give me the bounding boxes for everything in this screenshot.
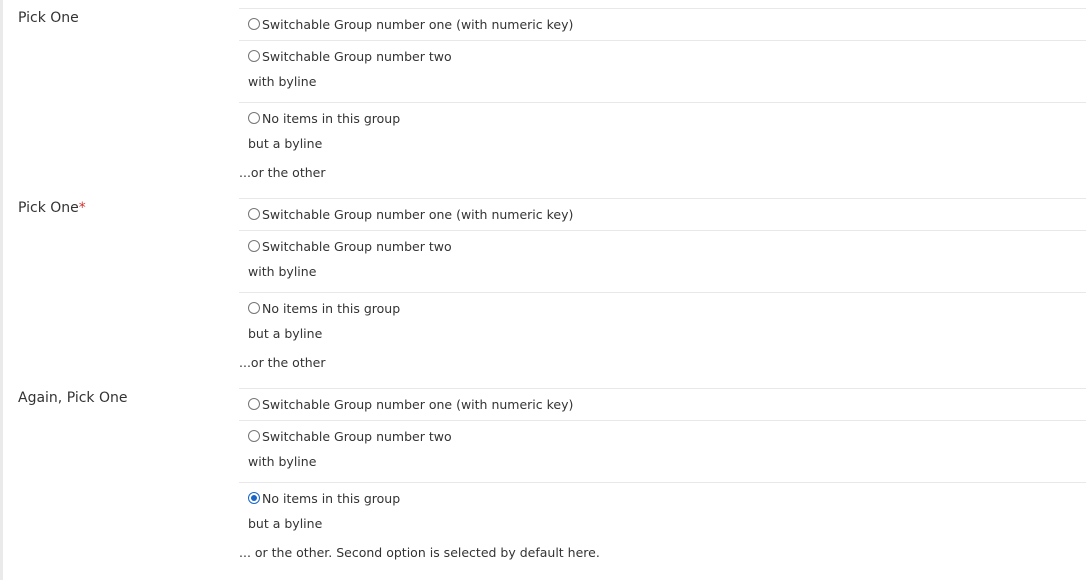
radio-option-label[interactable]: No items in this group (248, 109, 400, 127)
radio-option-label[interactable]: Switchable Group number two (248, 237, 452, 255)
option-byline: with byline (248, 264, 317, 279)
help-text: ...or the other (239, 355, 326, 370)
radio-option: Switchable Group number two with byline (239, 40, 1086, 102)
option-text: Switchable Group number two (262, 429, 452, 444)
radio-option: Switchable Group number one (with numeri… (239, 198, 1086, 230)
radio-option-label[interactable]: Switchable Group number two (248, 427, 452, 445)
radio-button[interactable] (248, 112, 260, 124)
option-byline: but a byline (248, 516, 323, 531)
radio-option-label[interactable]: Switchable Group number one (with numeri… (248, 205, 573, 223)
radio-option-label[interactable]: No items in this group (248, 299, 400, 317)
option-text: No items in this group (262, 111, 401, 126)
option-byline: with byline (248, 454, 317, 469)
option-text: Switchable Group number two (262, 49, 452, 64)
option-text: Switchable Group number two (262, 239, 452, 254)
field-label: Pick One* (18, 200, 86, 216)
radio-option: Switchable Group number one (with numeri… (239, 8, 1086, 40)
option-text: No items in this group (262, 301, 401, 316)
help-text: ...or the other (239, 165, 326, 180)
radio-button[interactable] (248, 302, 260, 314)
radio-button[interactable] (248, 208, 260, 220)
radio-button[interactable] (248, 398, 260, 410)
field-label: Again, Pick One (18, 390, 128, 406)
radio-button[interactable] (248, 50, 260, 62)
radio-option-label[interactable]: Switchable Group number two (248, 47, 452, 65)
left-border (0, 0, 3, 580)
radio-option: No items in this group but a byline (239, 292, 1086, 354)
radio-group: Switchable Group number one (with numeri… (239, 198, 1086, 370)
radio-group: Switchable Group number one (with numeri… (239, 388, 1086, 560)
option-text: No items in this group (262, 491, 401, 506)
radio-option-label[interactable]: No items in this group (248, 489, 400, 507)
radio-button[interactable] (248, 430, 260, 442)
option-text: Switchable Group number one (with numeri… (262, 17, 574, 32)
help-text: ... or the other. Second option is selec… (239, 545, 600, 560)
option-byline: with byline (248, 74, 317, 89)
option-text: Switchable Group number one (with numeri… (262, 397, 574, 412)
required-marker: * (78, 200, 86, 216)
radio-button-selected[interactable] (248, 492, 260, 504)
radio-button[interactable] (248, 18, 260, 30)
radio-option: Switchable Group number two with byline (239, 230, 1086, 292)
field-label: Pick One (18, 10, 79, 26)
form-page: Pick One Switchable Group number one (wi… (0, 0, 1086, 580)
radio-option: Switchable Group number one (with numeri… (239, 388, 1086, 420)
option-text: Switchable Group number one (with numeri… (262, 207, 574, 222)
radio-option: Switchable Group number two with byline (239, 420, 1086, 482)
radio-group: Switchable Group number one (with numeri… (239, 8, 1086, 180)
option-byline: but a byline (248, 136, 323, 151)
radio-option: No items in this group but a byline (239, 482, 1086, 544)
option-byline: but a byline (248, 326, 323, 341)
radio-option-label[interactable]: Switchable Group number one (with numeri… (248, 395, 573, 413)
radio-option-label[interactable]: Switchable Group number one (with numeri… (248, 15, 573, 33)
radio-button[interactable] (248, 240, 260, 252)
radio-option: No items in this group but a byline (239, 102, 1086, 164)
